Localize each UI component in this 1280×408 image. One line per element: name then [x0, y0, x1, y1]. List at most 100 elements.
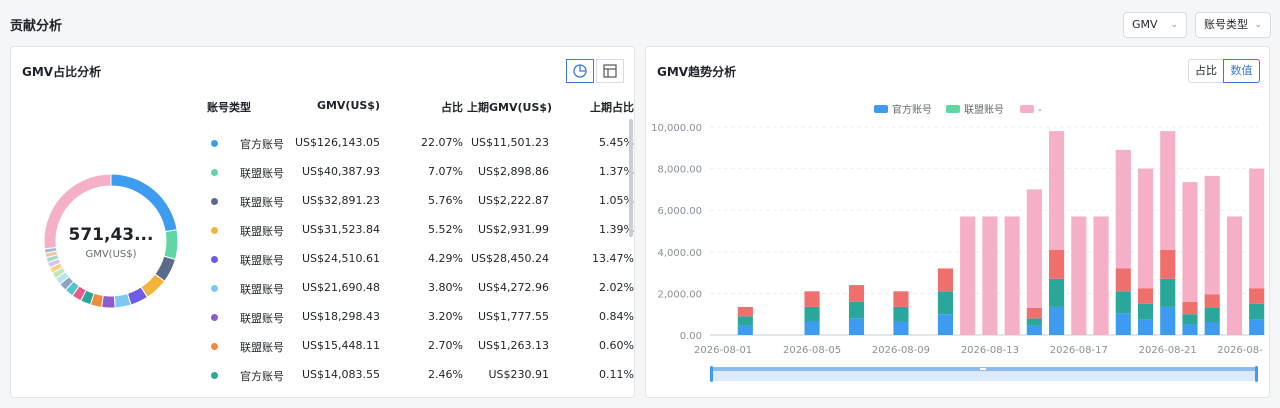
cell-share: 3.80% [428, 281, 463, 294]
bar-segment[interactable] [893, 321, 909, 335]
bar-segment[interactable] [737, 306, 753, 317]
legend-swatch[interactable] [1020, 105, 1034, 113]
cell-prev-share: 0.84% [599, 310, 634, 323]
bar-segment[interactable] [1049, 249, 1065, 279]
bar-segment[interactable] [1071, 216, 1087, 335]
donut-slice[interactable] [113, 292, 132, 309]
donut-label: GMV(US$) [85, 249, 137, 260]
bar-segment[interactable] [1115, 268, 1131, 292]
bar-segment[interactable] [804, 321, 820, 335]
cell-prev-share: 13.47% [592, 252, 634, 265]
legend-swatch[interactable] [874, 105, 888, 113]
table-scrollbar[interactable] [629, 119, 633, 237]
bar-segment[interactable] [1026, 189, 1042, 308]
bar-segment[interactable] [937, 314, 953, 335]
bar-segment[interactable] [1249, 288, 1265, 304]
cell-share: 5.76% [428, 194, 463, 207]
table-row[interactable]: 联盟账号 US$40,387.93 7.07% US$2,898.86 1.37% [207, 165, 637, 194]
bar-segment[interactable] [1160, 306, 1176, 335]
value-toggle-button[interactable]: 数值 [1223, 59, 1260, 83]
bar-segment[interactable] [1204, 307, 1220, 323]
bar-segment[interactable] [1182, 182, 1198, 302]
zoom-handle-right[interactable] [1255, 366, 1258, 382]
bar-segment[interactable] [1137, 319, 1154, 335]
cell-prev-gmv: US$1,263.13 [477, 339, 549, 352]
bar-segment[interactable] [1204, 294, 1220, 308]
table-row[interactable]: 联盟账号 US$31,523.84 5.52% US$2,931.99 1.39% [207, 223, 637, 252]
bar-segment[interactable] [848, 301, 865, 319]
bar-segment[interactable] [1182, 314, 1198, 325]
cell-share: 7.07% [428, 165, 463, 178]
bar-segment[interactable] [848, 318, 865, 335]
series-color-dot [211, 169, 218, 176]
bar-segment[interactable] [1115, 291, 1131, 314]
bar-segment[interactable] [1226, 216, 1242, 335]
pie-view-button[interactable] [566, 59, 594, 83]
legend-label[interactable]: - [1038, 105, 1042, 116]
cell-prev-gmv: US$1,777.55 [477, 310, 549, 323]
donut-slice[interactable] [110, 173, 178, 233]
bar-segment[interactable] [1182, 324, 1198, 335]
bar-segment[interactable] [1049, 131, 1065, 250]
bar-segment[interactable] [1160, 131, 1176, 250]
bar-segment[interactable] [1249, 303, 1265, 320]
bar-segment[interactable] [937, 291, 953, 315]
col-header-gmv: GMV(US$) [316, 99, 380, 112]
bar-segment[interactable] [1137, 303, 1154, 320]
bar-segment[interactable] [737, 316, 753, 326]
table-row[interactable]: 联盟账号 US$18,298.43 3.20% US$1,777.55 0.84% [207, 310, 637, 339]
bar-segment[interactable] [937, 268, 953, 292]
bar-segment[interactable] [1093, 216, 1109, 335]
legend-swatch[interactable] [946, 105, 960, 113]
zoom-slider[interactable] [710, 366, 1258, 382]
table-row[interactable]: 联盟账号 US$32,891.23 5.76% US$2,222.87 1.05% [207, 194, 637, 223]
donut-slice[interactable] [101, 294, 116, 309]
series-color-dot [211, 372, 218, 379]
bar-segment[interactable] [1249, 168, 1265, 289]
bar-segment[interactable] [893, 291, 909, 307]
bar-segment[interactable] [1049, 306, 1065, 335]
cell-prev-gmv: US$4,272.96 [477, 281, 549, 294]
bar-segment[interactable] [1049, 278, 1065, 307]
table-row[interactable]: 官方账号 US$14,083.55 2.46% US$230.91 0.11% [207, 368, 637, 397]
legend-label[interactable]: 联盟账号 [964, 104, 1004, 116]
bar-segment[interactable] [1115, 149, 1131, 269]
cell-prev-share: 0.60% [599, 339, 634, 352]
zoom-handle-left[interactable] [710, 366, 713, 382]
table-row[interactable]: 联盟账号 US$21,690.48 3.80% US$4,272.96 2.02% [207, 281, 637, 310]
bar-segment[interactable] [1115, 313, 1131, 335]
donut-total: 571,43... [68, 225, 154, 245]
table-row[interactable]: 官方账号 US$126,143.05 22.07% US$11,501.23 5.45% [207, 136, 637, 165]
bar-segment[interactable] [804, 306, 820, 322]
x-tick-label: 2026-08-09 [872, 345, 930, 356]
bar-segment[interactable] [848, 285, 865, 302]
bar-segment[interactable] [893, 306, 909, 322]
bar-segment[interactable] [1204, 175, 1220, 295]
table-row[interactable]: 联盟账号 US$24,510.61 4.29% US$28,450.24 13.47% [207, 252, 637, 281]
bar-segment[interactable] [1026, 325, 1042, 335]
table-row[interactable]: 联盟账号 US$15,448.11 2.70% US$1,263.13 0.60% [207, 339, 637, 368]
y-tick-label: 8,000.00 [657, 165, 702, 176]
table-view-button[interactable] [596, 59, 624, 83]
share-toggle-button[interactable]: 占比 [1188, 59, 1224, 83]
bar-segment[interactable] [960, 216, 976, 335]
zoom-grip-icon[interactable] [980, 368, 986, 370]
card-title: GMV占比分析 [22, 65, 102, 79]
cell-prev-gmv: US$230.91 [488, 368, 549, 381]
bar-segment[interactable] [1160, 249, 1176, 279]
legend-label[interactable]: 官方账号 [892, 103, 932, 116]
bar-segment[interactable] [737, 325, 753, 335]
bar-segment[interactable] [1137, 168, 1154, 289]
bar-segment[interactable] [1249, 319, 1265, 335]
bar-segment[interactable] [982, 216, 998, 335]
bar-segment[interactable] [1160, 278, 1176, 307]
bar-segment[interactable] [1182, 301, 1198, 315]
bar-segment[interactable] [1026, 307, 1042, 319]
bar-segment[interactable] [1026, 318, 1042, 326]
metric-select[interactable]: GMV ⌄ [1123, 12, 1187, 38]
bar-segment[interactable] [804, 291, 820, 307]
bar-segment[interactable] [1204, 322, 1220, 335]
bar-segment[interactable] [1137, 288, 1154, 304]
bar-segment[interactable] [1004, 216, 1020, 335]
account-type-select[interactable]: 账号类型 ⌄ [1195, 12, 1271, 38]
